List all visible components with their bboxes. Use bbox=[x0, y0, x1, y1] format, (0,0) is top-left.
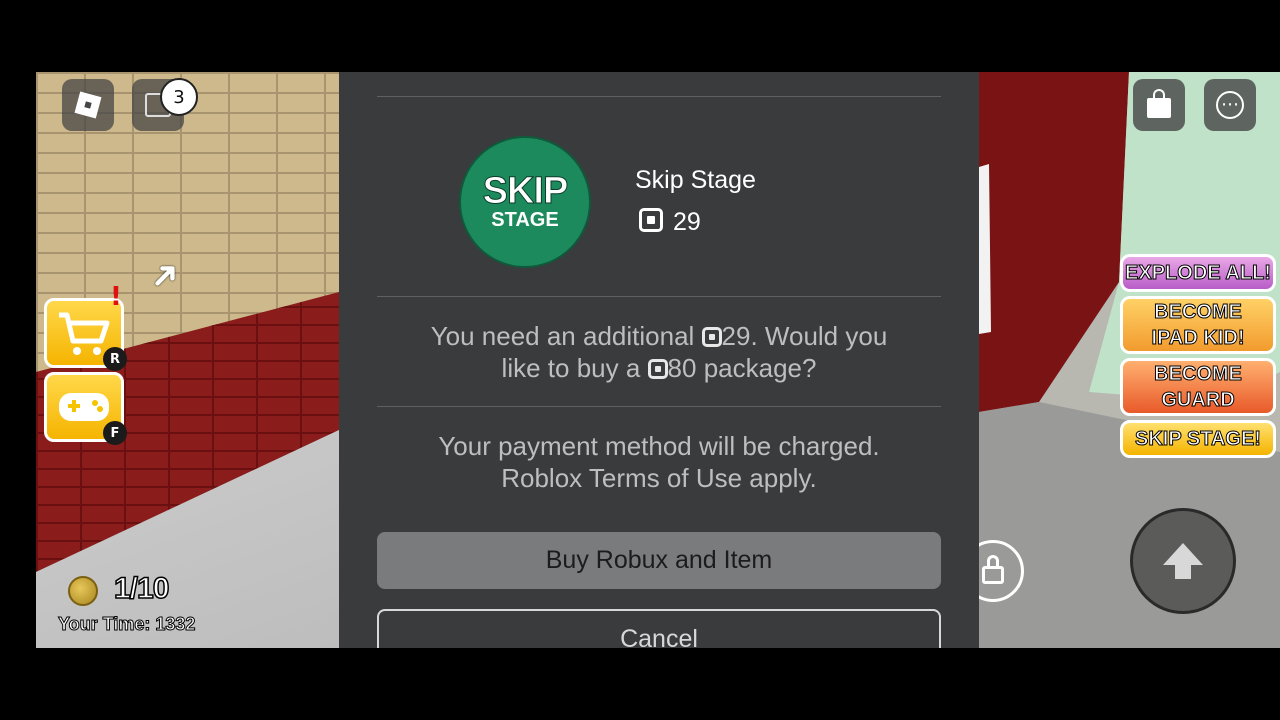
payment-line-2: Roblox Terms of Use apply. bbox=[501, 463, 817, 493]
ipad-label-1: BECOME bbox=[1154, 301, 1243, 324]
games-key: F bbox=[103, 421, 127, 445]
item-price: 29 bbox=[639, 208, 701, 237]
price-value: 29 bbox=[673, 208, 701, 236]
buy-robux-and-item-button[interactable]: Buy Robux and Item bbox=[377, 532, 941, 589]
robux-icon bbox=[639, 208, 663, 232]
skip-stage-button[interactable]: SKIP STAGE! bbox=[1120, 420, 1276, 458]
shop-bag-button[interactable] bbox=[1133, 79, 1185, 131]
payment-line-1: Your payment method will be charged. bbox=[438, 431, 880, 461]
games-button[interactable]: F bbox=[44, 372, 127, 445]
divider bbox=[377, 406, 941, 407]
divider bbox=[377, 96, 941, 97]
alert-icon: ! bbox=[110, 282, 122, 312]
skip-stage-item-icon: SKIP STAGE bbox=[459, 136, 591, 268]
item-icon-text-1: SKIP bbox=[482, 170, 569, 212]
purchase-dialog: SKIP STAGE Skip Stage 29 You need an add… bbox=[339, 72, 979, 648]
become-ipad-kid-button[interactable]: BECOME IPAD KID! bbox=[1120, 296, 1276, 354]
more-icon: ⋯ bbox=[1216, 91, 1244, 119]
explode-all-label: EXPLODE ALL! bbox=[1125, 262, 1272, 285]
guard-label-2: GUARD bbox=[1161, 389, 1235, 412]
bag-icon bbox=[1147, 89, 1171, 118]
chat-badge: 3 bbox=[160, 78, 198, 116]
item-icon-text-2: STAGE bbox=[491, 209, 559, 231]
jump-arrow-icon bbox=[1163, 543, 1203, 579]
item-name: Skip Stage bbox=[635, 166, 756, 194]
jump-button[interactable] bbox=[1130, 508, 1236, 614]
cancel-button[interactable]: Cancel bbox=[377, 609, 941, 648]
divider bbox=[377, 296, 941, 297]
coin-icon bbox=[68, 576, 98, 606]
roblox-logo-icon bbox=[74, 91, 102, 119]
msg-part: 29. Would you bbox=[721, 321, 888, 351]
skip-stage-label: SKIP STAGE! bbox=[1135, 428, 1262, 451]
stage-progress: 1/10 bbox=[113, 571, 170, 606]
shop-key: R bbox=[103, 347, 127, 371]
msg-part: You need an additional bbox=[430, 321, 695, 351]
ipad-label-2: IPAD KID! bbox=[1151, 327, 1245, 350]
msg-part: package? bbox=[703, 353, 817, 383]
timer: Your Time: 1332 bbox=[57, 614, 196, 635]
lock-icon bbox=[982, 555, 1004, 584]
robux-icon bbox=[701, 327, 722, 347]
robux-icon bbox=[647, 359, 668, 379]
insufficient-funds-message: You need an additional 29. Would you lik… bbox=[377, 320, 941, 384]
guard-label-1: BECOME bbox=[1154, 363, 1243, 386]
more-button[interactable]: ⋯ bbox=[1204, 79, 1256, 131]
explode-all-button[interactable]: EXPLODE ALL! bbox=[1120, 254, 1276, 292]
roblox-menu-button[interactable] bbox=[62, 79, 114, 131]
msg-part: 80 bbox=[667, 353, 697, 383]
payment-notice: Your payment method will be charged. Rob… bbox=[377, 430, 941, 494]
msg-part: like to buy a bbox=[501, 353, 641, 383]
become-guard-button[interactable]: BECOME GUARD bbox=[1120, 358, 1276, 416]
